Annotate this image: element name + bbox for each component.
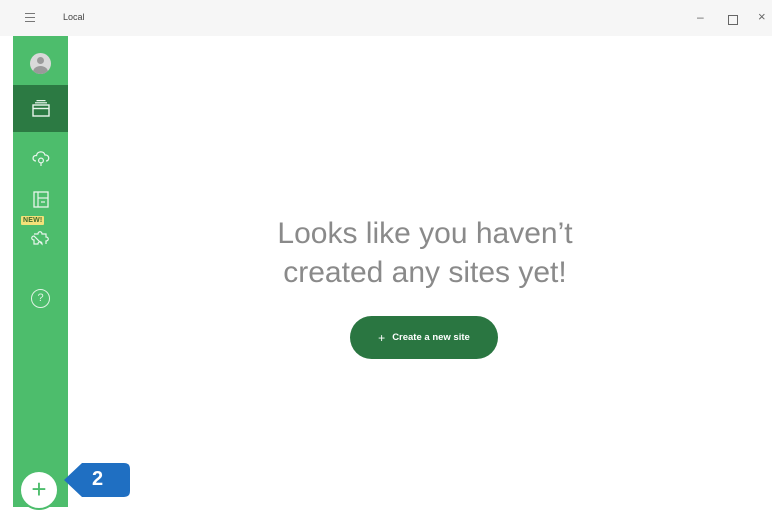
sidebar-item-help[interactable]: ? [13,281,68,315]
hamburger-menu-icon[interactable] [25,13,35,23]
sidebar-item-sites[interactable] [13,85,68,132]
avatar-icon [30,52,51,74]
blueprint-icon [32,191,49,208]
puzzle-icon [30,231,49,246]
minimize-button[interactable]: – [697,10,704,24]
app-title: Local [63,12,85,22]
empty-state-message: Looks like you haven’t created any sites… [215,214,635,292]
create-new-site-button[interactable]: + Create a new site [350,316,498,359]
cloud-icon [31,151,49,166]
sidebar-item-addons[interactable] [13,221,68,251]
close-button[interactable]: × [758,10,766,24]
sidebar-item-blueprints[interactable] [13,182,68,218]
empty-state-line-2: created any sites yet! [283,256,567,289]
step-number: 2 [92,468,104,490]
sidebar-item-profile[interactable] [13,47,68,79]
empty-state-line-1: Looks like you haven’t [277,217,573,250]
add-site-button[interactable]: + [19,470,59,510]
title-bar: Local – × [0,0,772,36]
help-icon: ? [31,288,50,308]
plus-icon: + [378,330,386,345]
sites-icon [31,99,50,117]
plus-icon: + [31,474,47,504]
maximize-button[interactable] [728,15,738,25]
sidebar: NEW! ? [13,36,68,507]
sidebar-item-connect[interactable] [13,140,68,174]
create-new-site-label: Create a new site [392,332,470,343]
